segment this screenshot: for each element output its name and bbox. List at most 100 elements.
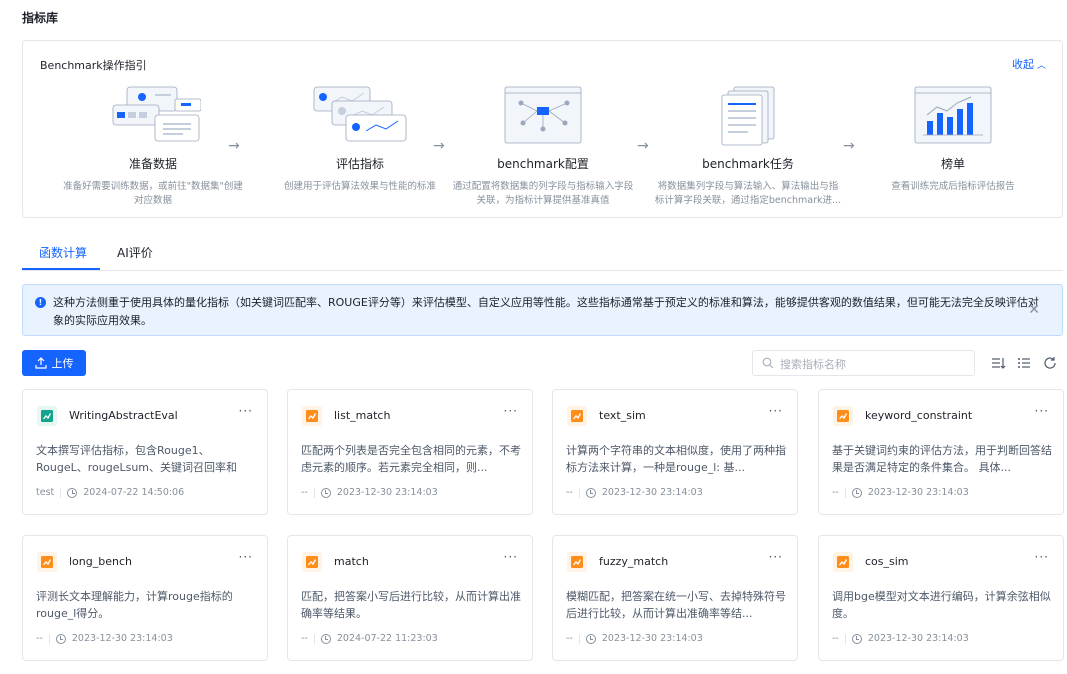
chevron-up-icon: ︿ [1036, 61, 1046, 71]
metric-icon [37, 552, 57, 572]
close-icon[interactable]: ✕ [1028, 302, 1040, 318]
timestamp: 2023-12-30 23:14:03 [601, 487, 703, 498]
metric-card[interactable]: WritingAbstractEval ··· 文本撰写评估指标，包含Rouge… [22, 389, 268, 515]
metric-icon [567, 406, 587, 426]
metric-description: 匹配两个列表是否完全包含相同的元素，不考虑元素的顺序。若元素完全相同，则... [301, 444, 521, 474]
step-description: 准备好需要训练数据，或前往"数据集"创建对应数据 [63, 181, 243, 206]
metric-card[interactable]: cos_sim ··· 调用bge模型对文本进行编码，计算余弦相似度。 -- 20… [818, 535, 1064, 661]
clock-icon [67, 487, 78, 498]
timestamp: 2023-12-30 23:14:03 [336, 487, 438, 498]
timestamp: 2024-07-22 11:23:03 [336, 633, 438, 644]
step-title: 榜单 [940, 157, 965, 171]
metric-card[interactable]: match ··· 匹配，把答案小写后进行比较，从而计算出准确率等结果。 -- 2… [287, 535, 533, 661]
metric-description: 调用bge模型对文本进行编码，计算余弦相似度。 [832, 590, 1051, 620]
timestamp: 2023-12-30 23:14:03 [867, 633, 969, 644]
metric-description: 模糊匹配，把答案在统一小写、去掉特殊符号后进行比较，从而计算出准确率等结... [566, 590, 786, 620]
creator: test [36, 487, 55, 498]
metric-description: 评测长文本理解能力，计算rouge指标的rouge_l得分。 [36, 590, 233, 620]
metric-icon [37, 406, 57, 426]
metric-name: cos_sim [865, 555, 909, 568]
more-options-icon[interactable]: ··· [504, 550, 518, 564]
clock-icon [320, 487, 331, 498]
clock-icon [585, 633, 596, 644]
metric-name: text_sim [599, 409, 646, 422]
tab-bar: 函数计算 AI评价 [22, 236, 1063, 271]
search-input[interactable] [780, 355, 965, 373]
metric-name: fuzzy_match [599, 555, 669, 568]
arrow-right-icon: → [228, 138, 240, 154]
leaderboard-illustration [905, 85, 1001, 147]
benchmark-task-illustration [700, 85, 796, 147]
metric-meta: -- 2023-12-30 23:14:03 [832, 487, 969, 498]
more-options-icon[interactable]: ··· [239, 404, 253, 418]
more-options-icon[interactable]: ··· [769, 404, 783, 418]
metric-name: keyword_constraint [865, 409, 973, 422]
collapse-label: 收起 [1011, 58, 1034, 71]
metric-icon [302, 406, 322, 426]
creator: -- [832, 487, 839, 498]
more-options-icon[interactable]: ··· [1035, 404, 1049, 418]
metric-description: 匹配，把答案小写后进行比较，从而计算出准确率等结果。 [301, 590, 521, 620]
creator: -- [301, 487, 308, 498]
step-description: 将数据集列字段与算法输入、算法输出与指标计算字段关联，通过指定benchmark… [654, 181, 842, 206]
search-icon [762, 357, 774, 369]
step-title: benchmark配置 [497, 157, 589, 171]
eval-metric-illustration [312, 85, 408, 147]
metric-name: WritingAbstractEval [69, 409, 178, 422]
refresh-icon[interactable] [1042, 355, 1058, 371]
metric-meta: -- 2023-12-30 23:14:03 [301, 487, 438, 498]
metric-icon [567, 552, 587, 572]
timestamp: 2024-07-22 14:50:06 [83, 487, 185, 498]
metric-name: list_match [334, 409, 391, 422]
step-title: 准备数据 [128, 157, 177, 171]
search-box [752, 350, 975, 376]
list-view-icon[interactable] [1016, 355, 1032, 371]
more-options-icon[interactable]: ··· [769, 550, 783, 564]
metric-description: 文本撰写评估指标，包含Rouge1、RougeL、rougeLsum、关键词召回… [36, 444, 238, 474]
timestamp: 2023-12-30 23:14:03 [71, 633, 173, 644]
upload-label: 上传 [51, 357, 74, 370]
metric-card[interactable]: keyword_constraint ··· 基于关键词约束的评估方法，用于判断… [818, 389, 1064, 515]
timestamp: 2023-12-30 23:14:03 [601, 633, 703, 644]
clock-icon [851, 487, 862, 498]
clock-icon [55, 633, 66, 644]
upload-button[interactable]: 上传 [22, 350, 86, 376]
metric-description: 基于关键词约束的评估方法，用于判断回答结果是否满足特定的条件集合。 具体... [832, 444, 1052, 474]
metric-card[interactable]: long_bench ··· 评测长文本理解能力，计算rouge指标的rouge… [22, 535, 268, 661]
guide-step-prepare-data: 准备数据 准备好需要训练数据，或前往"数据集"创建对应数据 [53, 85, 253, 208]
active-tab-indicator [22, 268, 100, 270]
metric-card[interactable]: fuzzy_match ··· 模糊匹配，把答案在统一小写、去掉特殊符号后进行比… [552, 535, 798, 661]
metric-card[interactable]: text_sim ··· 计算两个字符串的文本相似度，使用了两种指标方法来计算，… [552, 389, 798, 515]
info-banner: ! 这种方法侧重于使用具体的量化指标（如关键词匹配率、ROUGE评分等）来评估模… [22, 284, 1063, 336]
metric-meta: -- 2023-12-30 23:14:03 [36, 633, 173, 644]
upload-icon [34, 357, 47, 369]
step-title: benchmark任务 [702, 157, 794, 171]
page-title: 指标库 [22, 11, 59, 25]
metric-meta: -- 2024-07-22 11:23:03 [301, 633, 438, 644]
creator: -- [566, 633, 573, 644]
guide-step-leaderboard: 榜单 查看训练完成后指标评估报告 [853, 85, 1053, 194]
more-options-icon[interactable]: ··· [504, 404, 518, 418]
metric-card[interactable]: list_match ··· 匹配两个列表是否完全包含相同的元素，不考虑元素的顺… [287, 389, 533, 515]
tab-ai-eval[interactable]: AI评价 [117, 244, 153, 261]
banner-text: 这种方法侧重于使用具体的量化指标（如关键词匹配率、ROUGE评分等）来评估模型、… [53, 296, 1039, 327]
creator: -- [566, 487, 573, 498]
clock-icon [320, 633, 331, 644]
info-icon: ! [35, 297, 46, 308]
creator: -- [36, 633, 43, 644]
more-options-icon[interactable]: ··· [239, 550, 253, 564]
collapse-button[interactable]: 收起 ︿ [1012, 56, 1046, 72]
benchmark-config-illustration [495, 85, 591, 147]
sort-icon[interactable] [990, 355, 1006, 371]
creator: -- [301, 633, 308, 644]
more-options-icon[interactable]: ··· [1035, 550, 1049, 564]
guide-title: Benchmark操作指引 [40, 59, 147, 72]
metric-meta: test 2024-07-22 14:50:06 [36, 487, 184, 498]
tab-function-calc[interactable]: 函数计算 [39, 244, 87, 261]
metric-meta: -- 2023-12-30 23:14:03 [566, 633, 703, 644]
guide-step-benchmark-config: benchmark配置 通过配置将数据集的列字段与指标输入字段关联，为指标计算提… [443, 85, 643, 208]
metric-icon [302, 552, 322, 572]
prepare-data-illustration [105, 85, 202, 147]
step-title: 评估指标 [335, 157, 384, 171]
guide-step-benchmark-task: benchmark任务 将数据集列字段与算法输入、算法输出与指标计算字段关联，通… [648, 85, 848, 208]
